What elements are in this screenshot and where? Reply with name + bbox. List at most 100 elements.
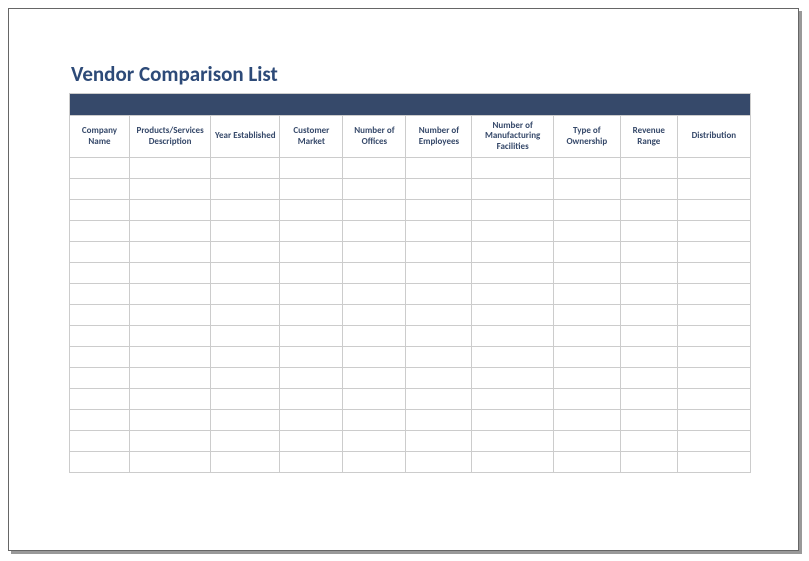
table-cell[interactable] (553, 284, 620, 305)
table-cell[interactable] (280, 389, 343, 410)
table-cell[interactable] (280, 200, 343, 221)
table-cell[interactable] (406, 242, 472, 263)
table-cell[interactable] (211, 284, 280, 305)
table-cell[interactable] (472, 242, 553, 263)
table-cell[interactable] (70, 368, 130, 389)
table-cell[interactable] (677, 347, 750, 368)
col-header-year-established[interactable]: Year Established (211, 116, 280, 158)
table-cell[interactable] (677, 284, 750, 305)
table-cell[interactable] (70, 326, 130, 347)
table-cell[interactable] (343, 305, 406, 326)
table-cell[interactable] (70, 410, 130, 431)
table-cell[interactable] (343, 158, 406, 179)
table-cell[interactable] (406, 221, 472, 242)
table-cell[interactable] (343, 284, 406, 305)
table-cell[interactable] (280, 263, 343, 284)
table-cell[interactable] (343, 326, 406, 347)
table-cell[interactable] (129, 431, 210, 452)
table-cell[interactable] (343, 368, 406, 389)
table-cell[interactable] (70, 179, 130, 200)
table-cell[interactable] (620, 347, 677, 368)
table-cell[interactable] (129, 158, 210, 179)
table-cell[interactable] (280, 452, 343, 473)
col-header-number-offices[interactable]: Number of Offices (343, 116, 406, 158)
table-cell[interactable] (472, 158, 553, 179)
table-cell[interactable] (129, 305, 210, 326)
table-cell[interactable] (129, 179, 210, 200)
table-cell[interactable] (211, 431, 280, 452)
table-cell[interactable] (620, 389, 677, 410)
table-cell[interactable] (70, 263, 130, 284)
table-cell[interactable] (211, 326, 280, 347)
table-cell[interactable] (280, 347, 343, 368)
table-cell[interactable] (620, 221, 677, 242)
table-cell[interactable] (620, 179, 677, 200)
table-cell[interactable] (553, 158, 620, 179)
table-cell[interactable] (677, 410, 750, 431)
table-cell[interactable] (620, 305, 677, 326)
table-cell[interactable] (472, 305, 553, 326)
table-cell[interactable] (129, 410, 210, 431)
table-cell[interactable] (406, 263, 472, 284)
table-cell[interactable] (677, 221, 750, 242)
table-cell[interactable] (280, 326, 343, 347)
table-cell[interactable] (343, 410, 406, 431)
table-cell[interactable] (280, 242, 343, 263)
table-cell[interactable] (211, 368, 280, 389)
table-cell[interactable] (211, 389, 280, 410)
table-cell[interactable] (553, 305, 620, 326)
table-cell[interactable] (70, 305, 130, 326)
table-cell[interactable] (211, 242, 280, 263)
table-cell[interactable] (472, 326, 553, 347)
table-cell[interactable] (129, 368, 210, 389)
table-cell[interactable] (211, 158, 280, 179)
table-cell[interactable] (406, 284, 472, 305)
table-cell[interactable] (472, 452, 553, 473)
table-cell[interactable] (553, 221, 620, 242)
table-cell[interactable] (620, 263, 677, 284)
table-cell[interactable] (343, 179, 406, 200)
table-cell[interactable] (280, 284, 343, 305)
table-cell[interactable] (553, 179, 620, 200)
table-cell[interactable] (553, 452, 620, 473)
table-cell[interactable] (406, 326, 472, 347)
table-cell[interactable] (406, 410, 472, 431)
table-cell[interactable] (70, 158, 130, 179)
table-cell[interactable] (343, 452, 406, 473)
table-cell[interactable] (70, 221, 130, 242)
table-cell[interactable] (677, 179, 750, 200)
table-cell[interactable] (472, 368, 553, 389)
col-header-products-services[interactable]: Products/Services Description (129, 116, 210, 158)
table-cell[interactable] (472, 200, 553, 221)
col-header-revenue-range[interactable]: Revenue Range (620, 116, 677, 158)
table-cell[interactable] (343, 263, 406, 284)
table-cell[interactable] (553, 347, 620, 368)
table-cell[interactable] (129, 452, 210, 473)
table-cell[interactable] (211, 263, 280, 284)
table-cell[interactable] (280, 410, 343, 431)
table-cell[interactable] (280, 158, 343, 179)
table-cell[interactable] (406, 305, 472, 326)
table-cell[interactable] (553, 368, 620, 389)
table-cell[interactable] (70, 242, 130, 263)
table-cell[interactable] (472, 221, 553, 242)
table-cell[interactable] (211, 221, 280, 242)
table-cell[interactable] (677, 305, 750, 326)
table-cell[interactable] (211, 179, 280, 200)
table-cell[interactable] (343, 200, 406, 221)
table-cell[interactable] (343, 221, 406, 242)
table-cell[interactable] (677, 452, 750, 473)
col-header-manufacturing-facilities[interactable]: Number of Manufacturing Facilities (472, 116, 553, 158)
table-cell[interactable] (406, 431, 472, 452)
table-cell[interactable] (677, 158, 750, 179)
table-cell[interactable] (129, 284, 210, 305)
table-cell[interactable] (677, 200, 750, 221)
table-cell[interactable] (620, 200, 677, 221)
table-cell[interactable] (553, 326, 620, 347)
table-cell[interactable] (129, 200, 210, 221)
table-cell[interactable] (620, 452, 677, 473)
table-cell[interactable] (472, 179, 553, 200)
table-cell[interactable] (211, 347, 280, 368)
table-cell[interactable] (406, 389, 472, 410)
table-cell[interactable] (406, 200, 472, 221)
